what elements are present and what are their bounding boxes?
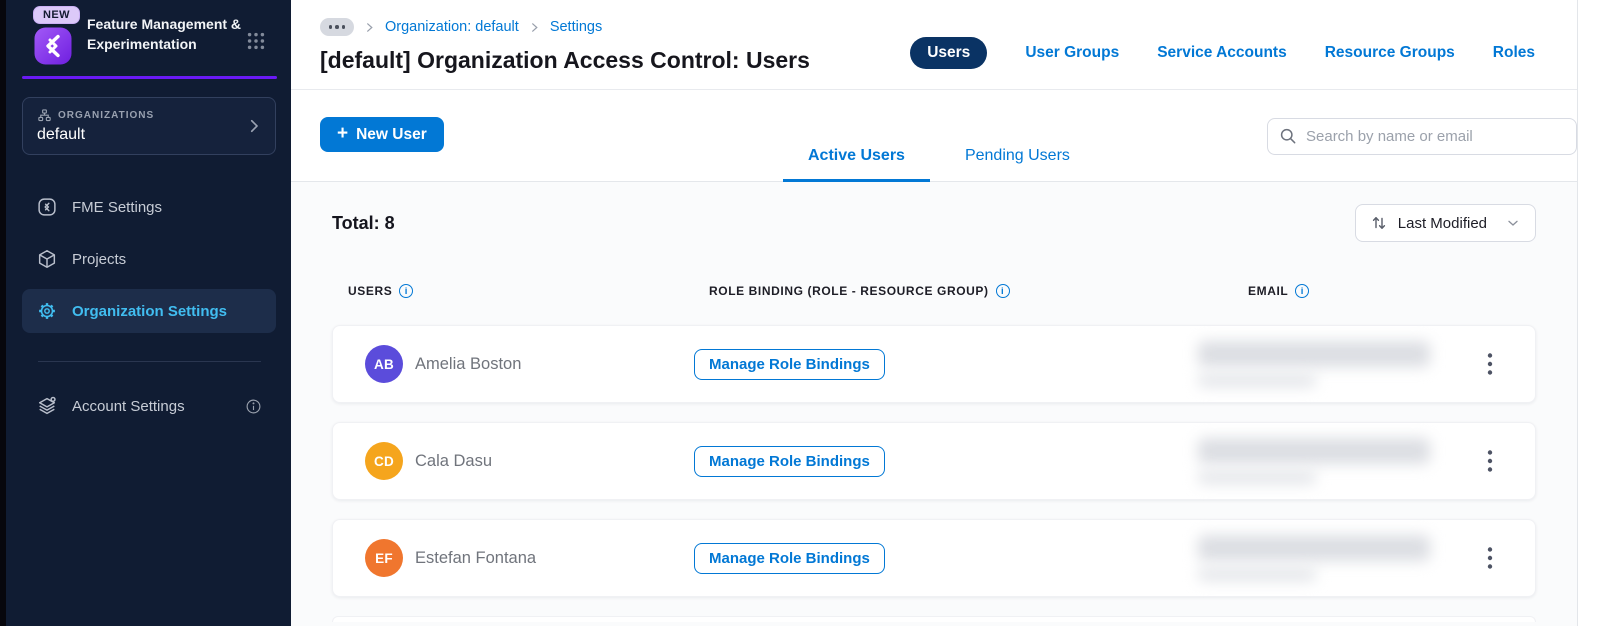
kebab-icon xyxy=(1487,547,1493,569)
tab-service-accounts[interactable]: Service Accounts xyxy=(1157,44,1287,62)
org-selector-value: default xyxy=(37,126,86,143)
total-count: Total: 8 xyxy=(332,212,395,233)
row-menu-button[interactable] xyxy=(1481,540,1499,576)
app-grid-icon[interactable] xyxy=(245,30,267,52)
chevron-right-icon xyxy=(367,22,373,32)
table-row: AB Amelia Boston Manage Role Bindings xyxy=(332,325,1536,403)
page-title: [default] Organization Access Control: U… xyxy=(320,47,810,73)
new-badge: NEW xyxy=(33,6,80,24)
sidebar-item-label: Projects xyxy=(72,250,127,268)
info-icon[interactable]: i xyxy=(995,284,1010,298)
info-icon[interactable] xyxy=(245,398,262,415)
page-header: Organization: default Settings [default]… xyxy=(291,0,1577,90)
user-list: AB Amelia Boston Manage Role Bindings CD… xyxy=(332,325,1536,597)
chevron-down-icon xyxy=(1505,215,1521,231)
cube-icon xyxy=(36,248,58,270)
table-row: EF Estefan Fontana Manage Role Bindings xyxy=(332,519,1536,597)
breadcrumb: Organization: default Settings xyxy=(320,18,810,36)
kebab-icon xyxy=(1487,353,1493,375)
manage-role-bindings-button[interactable]: Manage Role Bindings xyxy=(694,445,885,477)
fme-settings-icon xyxy=(36,196,58,218)
toolbar: + New User Active Users Pending Users xyxy=(291,90,1577,182)
sidebar-nav: FME Settings Projects Organization Setti… xyxy=(6,185,291,436)
column-role-binding: ROLE BINDING (ROLE - RESOURCE GROUP) i xyxy=(709,284,1248,298)
breadcrumb-ellipsis-button[interactable] xyxy=(320,18,354,36)
info-icon[interactable]: i xyxy=(399,284,414,298)
sort-arrows-icon xyxy=(1370,214,1388,232)
tab-resource-groups[interactable]: Resource Groups xyxy=(1325,44,1455,62)
row-menu-button[interactable] xyxy=(1481,346,1499,382)
table-header: USERS i ROLE BINDING (ROLE - RESOURCE GRO… xyxy=(332,284,1536,298)
user-name: Estefan Fontana xyxy=(415,548,537,567)
tab-pending-users[interactable]: Pending Users xyxy=(940,147,1095,182)
main-area: Organization: default Settings [default]… xyxy=(291,0,1600,626)
row-menu-button[interactable] xyxy=(1481,443,1499,479)
table-row: CD Cala Dasu Manage Role Bindings xyxy=(332,422,1536,500)
right-gutter xyxy=(1578,0,1600,626)
user-list-tabs: Active Users Pending Users xyxy=(783,147,1095,182)
sidebar-header: NEW Feature Management & Experimentation xyxy=(6,0,291,66)
brand-divider xyxy=(22,76,277,79)
sidebar-item-label: Organization Settings xyxy=(72,302,228,320)
breadcrumb-link-settings[interactable]: Settings xyxy=(550,19,602,35)
info-icon[interactable]: i xyxy=(1295,284,1310,298)
search-input[interactable] xyxy=(1267,118,1577,155)
kebab-icon xyxy=(1487,450,1493,472)
tab-active-users[interactable]: Active Users xyxy=(783,147,930,182)
access-control-tabs: Users User Groups Service Accounts Resou… xyxy=(910,37,1535,69)
product-name: Feature Management & Experimentation xyxy=(87,16,242,53)
layers-gear-icon xyxy=(36,395,58,417)
organization-selector[interactable]: ORGANIZATIONS default xyxy=(22,97,276,155)
user-name: Cala Dasu xyxy=(415,451,493,470)
sidebar: NEW Feature Management & Experimentation xyxy=(6,0,291,626)
avatar: AB xyxy=(365,345,403,383)
org-selector-label: ORGANIZATIONS xyxy=(58,110,155,121)
column-email: EMAIL i xyxy=(1248,284,1476,298)
sidebar-item-label: Account Settings xyxy=(72,397,185,415)
sidebar-divider xyxy=(38,361,261,362)
sidebar-item-projects[interactable]: Projects xyxy=(22,237,276,281)
sidebar-item-account-settings[interactable]: Account Settings xyxy=(22,384,276,428)
screen: NEW Feature Management & Experimentation xyxy=(0,0,1600,626)
sort-value: Last Modified xyxy=(1397,214,1487,232)
content-body: Total: 8 Last Modified USERS i ROLE BIND… xyxy=(291,182,1577,626)
sidebar-item-fme-settings[interactable]: FME Settings xyxy=(22,185,276,229)
user-name: Amelia Boston xyxy=(415,354,522,373)
organization-icon xyxy=(38,109,51,122)
user-email-redacted xyxy=(1198,341,1461,387)
gear-icon xyxy=(36,300,58,322)
sidebar-item-organization-settings[interactable]: Organization Settings xyxy=(22,289,276,333)
manage-role-bindings-button[interactable]: Manage Role Bindings xyxy=(694,542,885,574)
chevron-right-icon xyxy=(250,119,258,133)
column-users: USERS i xyxy=(348,284,709,298)
new-user-button[interactable]: + New User xyxy=(320,117,444,152)
user-email-redacted xyxy=(1198,535,1461,581)
sort-dropdown[interactable]: Last Modified xyxy=(1354,204,1536,242)
plus-icon: + xyxy=(337,123,349,144)
tab-user-groups[interactable]: User Groups xyxy=(1025,44,1119,62)
tab-roles[interactable]: Roles xyxy=(1493,44,1535,62)
next-row-partial xyxy=(332,616,1536,622)
tab-users[interactable]: Users xyxy=(910,37,988,69)
avatar: CD xyxy=(365,442,403,480)
product-logo-icon xyxy=(34,27,72,65)
manage-role-bindings-button[interactable]: Manage Role Bindings xyxy=(694,348,885,380)
user-email-redacted xyxy=(1198,438,1461,484)
sidebar-item-label: FME Settings xyxy=(72,198,163,216)
breadcrumb-link-organization[interactable]: Organization: default xyxy=(385,19,519,35)
chevron-right-icon xyxy=(531,22,538,32)
avatar: EF xyxy=(365,539,403,577)
